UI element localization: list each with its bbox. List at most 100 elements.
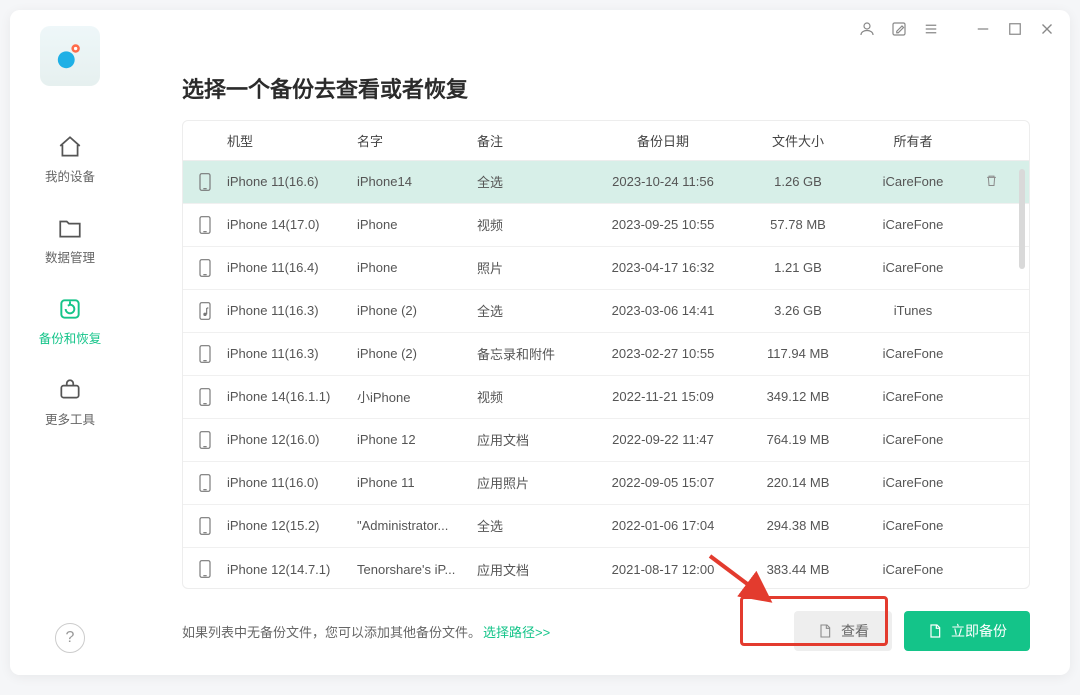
cell-date: 2022-11-21 15:09 — [583, 389, 743, 404]
th-date: 备份日期 — [583, 131, 743, 150]
cell-owner: iCareFone — [853, 432, 973, 447]
phone-icon — [187, 344, 223, 364]
cell-owner: iCareFone — [853, 346, 973, 361]
minimize-icon[interactable] — [974, 20, 992, 38]
sidebar-item-my-device[interactable]: 我的设备 — [10, 118, 130, 199]
cell-model: iPhone 12(15.2) — [223, 518, 353, 533]
cell-owner: iCareFone — [853, 475, 973, 490]
footer-hint: 如果列表中无备份文件，您可以添加其他备份文件。 — [182, 622, 481, 641]
cell-owner: iCareFone — [853, 389, 973, 404]
cell-date: 2023-09-25 10:55 — [583, 217, 743, 232]
sidebar-item-label: 更多工具 — [45, 409, 95, 428]
cell-name: "Administrator... — [353, 518, 473, 533]
th-size: 文件大小 — [743, 131, 853, 150]
cell-note: 照片 — [473, 258, 583, 277]
table-row[interactable]: iPhone 12(15.2)"Administrator...全选2022-0… — [183, 505, 1029, 548]
page-title: 选择一个备份去查看或者恢复 — [182, 72, 1030, 104]
cell-size: 1.21 GB — [743, 260, 853, 275]
cell-name: iPhone14 — [353, 174, 473, 189]
th-model: 机型 — [223, 131, 353, 150]
sidebar-item-more-tools[interactable]: 更多工具 — [10, 361, 130, 442]
table-row[interactable]: iPhone 11(16.3)iPhone (2)全选2023-03-06 14… — [183, 290, 1029, 333]
cell-name: iPhone (2) — [353, 346, 473, 361]
row-actions — [973, 173, 1007, 191]
cell-name: iPhone 12 — [353, 432, 473, 447]
cell-note: 应用照片 — [473, 473, 583, 492]
table-row[interactable]: iPhone 11(16.0)iPhone 11应用照片2022-09-05 1… — [183, 462, 1029, 505]
cell-name: 小iPhone — [353, 387, 473, 406]
menu-icon[interactable] — [922, 20, 940, 38]
scrollbar-thumb[interactable] — [1019, 169, 1025, 269]
backup-now-button[interactable]: 立即备份 — [904, 611, 1030, 651]
itunes-device-icon — [187, 301, 223, 321]
cell-date: 2023-04-17 16:32 — [583, 260, 743, 275]
sidebar-item-label: 备份和恢复 — [39, 328, 102, 347]
maximize-icon[interactable] — [1006, 20, 1024, 38]
cell-note: 全选 — [473, 301, 583, 320]
app-logo — [40, 26, 100, 86]
table-row[interactable]: iPhone 12(14.7.1)Tenorshare's iP...应用文档2… — [183, 548, 1029, 588]
cell-model: iPhone 12(16.0) — [223, 432, 353, 447]
cell-date: 2023-10-24 11:56 — [583, 174, 743, 189]
cell-note: 视频 — [473, 387, 583, 406]
cell-name: iPhone (2) — [353, 303, 473, 318]
th-owner: 所有者 — [853, 131, 973, 150]
cell-size: 383.44 MB — [743, 562, 853, 577]
cell-size: 57.78 MB — [743, 217, 853, 232]
cell-owner: iCareFone — [853, 518, 973, 533]
phone-icon — [187, 172, 223, 192]
cell-note: 全选 — [473, 516, 583, 535]
close-icon[interactable] — [1038, 20, 1056, 38]
user-icon[interactable] — [858, 20, 876, 38]
th-name: 名字 — [353, 131, 473, 150]
cell-size: 3.26 GB — [743, 303, 853, 318]
sidebar: 我的设备 数据管理 备份和恢复 更多工具 ? — [10, 10, 130, 675]
view-button-label: 查看 — [841, 621, 869, 641]
cell-note: 视频 — [473, 215, 583, 234]
phone-icon — [187, 387, 223, 407]
table-row[interactable]: iPhone 12(16.0)iPhone 12应用文档2022-09-22 1… — [183, 419, 1029, 462]
cell-size: 1.26 GB — [743, 174, 853, 189]
edit-icon[interactable] — [890, 20, 908, 38]
phone-icon — [187, 473, 223, 493]
table-row[interactable]: iPhone 11(16.4)iPhone照片2023-04-17 16:321… — [183, 247, 1029, 290]
cell-model: iPhone 11(16.0) — [223, 475, 353, 490]
app-window: 我的设备 数据管理 备份和恢复 更多工具 ? 选择一个备份去查看或者恢复 机型 … — [10, 10, 1070, 675]
cell-note: 全选 — [473, 172, 583, 191]
cell-owner: iCareFone — [853, 562, 973, 577]
cell-name: iPhone 11 — [353, 475, 473, 490]
table-row[interactable]: iPhone 11(16.6)iPhone14全选2023-10-24 11:5… — [183, 161, 1029, 204]
cell-size: 764.19 MB — [743, 432, 853, 447]
cell-size: 349.12 MB — [743, 389, 853, 404]
table-row[interactable]: iPhone 14(17.0)iPhone视频2023-09-25 10:555… — [183, 204, 1029, 247]
cell-name: Tenorshare's iP... — [353, 562, 473, 577]
cell-date: 2023-03-06 14:41 — [583, 303, 743, 318]
main-content: 选择一个备份去查看或者恢复 机型 名字 备注 备份日期 文件大小 所有者 iPh… — [130, 10, 1070, 675]
cell-owner: iCareFone — [853, 217, 973, 232]
delete-row-icon[interactable] — [984, 173, 999, 191]
table-row[interactable]: iPhone 14(16.1.1)小iPhone视频2022-11-21 15:… — [183, 376, 1029, 419]
choose-path-link[interactable]: 选择路径>> — [483, 622, 550, 641]
sidebar-item-data-manage[interactable]: 数据管理 — [10, 199, 130, 280]
cell-model: iPhone 14(16.1.1) — [223, 389, 353, 404]
table-body: iPhone 11(16.6)iPhone14全选2023-10-24 11:5… — [183, 161, 1029, 588]
titlebar — [858, 20, 1056, 38]
phone-icon — [187, 258, 223, 278]
sidebar-item-label: 我的设备 — [45, 166, 95, 185]
cell-date: 2022-09-05 15:07 — [583, 475, 743, 490]
phone-icon — [187, 430, 223, 450]
cell-size: 117.94 MB — [743, 346, 853, 361]
th-note: 备注 — [473, 131, 583, 150]
cell-date: 2022-09-22 11:47 — [583, 432, 743, 447]
phone-icon — [187, 516, 223, 536]
help-button[interactable]: ? — [55, 623, 85, 653]
edit-row-icon[interactable] — [973, 173, 976, 191]
view-button[interactable]: 查看 — [794, 611, 892, 651]
cell-owner: iCareFone — [853, 260, 973, 275]
table-row[interactable]: iPhone 11(16.3)iPhone (2)备忘录和附件2023-02-2… — [183, 333, 1029, 376]
cell-note: 应用文档 — [473, 430, 583, 449]
phone-icon — [187, 559, 223, 579]
cell-note: 备忘录和附件 — [473, 344, 583, 363]
cell-date: 2023-02-27 10:55 — [583, 346, 743, 361]
sidebar-item-backup-restore[interactable]: 备份和恢复 — [10, 280, 130, 361]
